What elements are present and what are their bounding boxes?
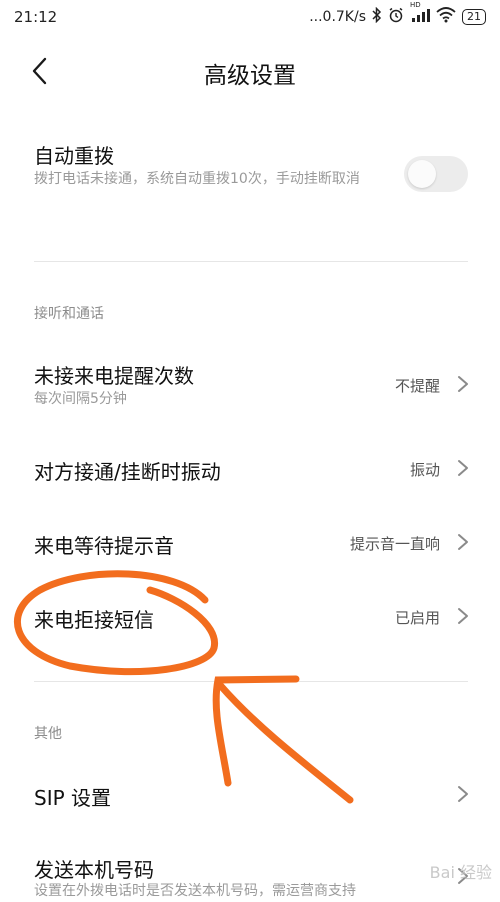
connect-vibrate-title: 对方接通/挂断时振动 — [34, 460, 221, 484]
bluetooth-icon — [372, 6, 382, 27]
auto-redial-subtitle: 拨打电话未接通，系统自动重拨10次，手动挂断取消 — [34, 171, 360, 187]
call-waiting-tone-value: 提示音一直响 — [349, 535, 440, 553]
chevron-right-icon — [458, 786, 468, 802]
divider — [34, 681, 468, 682]
send-my-number-subtitle: 设置在外拨电话时是否发送本机号码，需运营商支持 — [34, 883, 356, 899]
section-header-other: 其他 — [34, 726, 62, 742]
sip-settings-title: SIP 设置 — [34, 786, 112, 810]
connect-vibrate-value: 振动 — [409, 461, 440, 479]
wifi-icon — [436, 7, 456, 27]
chevron-right-icon — [458, 534, 468, 550]
call-waiting-tone-title: 来电等待提示音 — [34, 534, 174, 558]
toggle-knob — [408, 160, 436, 188]
reject-sms-title: 来电拒接短信 — [34, 608, 154, 632]
missed-call-reminder-title: 未接来电提醒次数 — [34, 364, 194, 388]
divider — [34, 261, 468, 262]
alarm-icon — [388, 7, 404, 27]
status-icons: ...0.7K/s HD 21 — [309, 1, 486, 27]
status-time: 21:12 — [14, 8, 58, 26]
page-title: 高级设置 — [204, 63, 296, 89]
auto-redial-title: 自动重拨 — [34, 144, 114, 168]
watermark: Bai 经验 — [429, 863, 492, 882]
network-speed: ...0.7K/s — [309, 9, 366, 25]
battery-icon: 21 — [462, 9, 486, 25]
hd-label: HD — [410, 1, 421, 9]
send-my-number-title: 发送本机号码 — [34, 858, 154, 882]
auto-redial-toggle[interactable] — [404, 156, 468, 192]
chevron-right-icon — [458, 376, 468, 392]
chevron-right-icon — [458, 608, 468, 624]
missed-call-reminder-value: 不提醒 — [394, 377, 440, 395]
missed-call-reminder-subtitle: 每次间隔5分钟 — [34, 391, 127, 407]
signal-icon: HD — [410, 1, 430, 27]
reject-sms-value: 已启用 — [394, 609, 440, 627]
chevron-right-icon — [458, 460, 468, 476]
status-bar: 21:12 ...0.7K/s HD 21 — [0, 0, 500, 34]
section-header-answer: 接听和通话 — [34, 306, 104, 322]
